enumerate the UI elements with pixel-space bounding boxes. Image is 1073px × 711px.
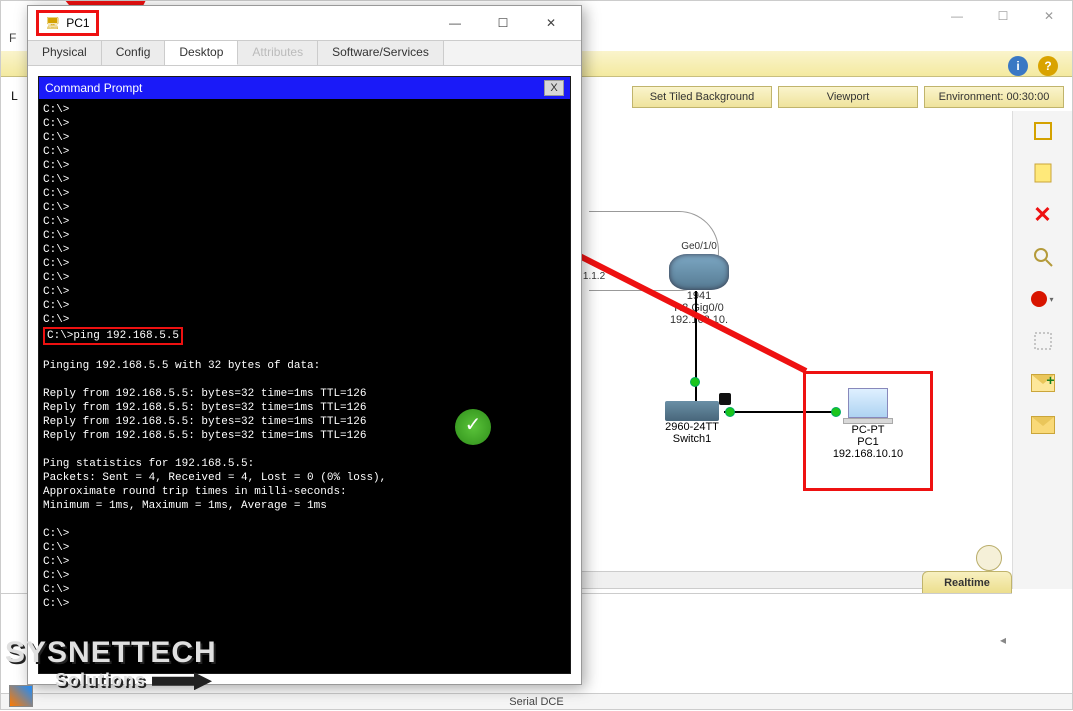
packet-tracer-main-window: — ☐ ✕ F i ? Set Tiled Background Viewpor… (0, 0, 1073, 710)
command-prompt-terminal[interactable]: C:\> C:\> C:\> C:\> C:\> C:\> C:\> C:\> … (39, 99, 570, 673)
add-simple-pdu-icon[interactable]: + (1029, 369, 1057, 397)
ping-command-highlight: C:\>ping 192.168.5.5 (43, 327, 183, 345)
add-complex-pdu-icon[interactable] (1029, 411, 1057, 439)
pc-ip-label: 192.168.10.10 (806, 448, 930, 460)
status-bar: Serial DCE (1, 693, 1072, 709)
terminal-line: C:\> (43, 187, 566, 201)
tab-physical[interactable]: Physical (28, 41, 102, 65)
terminal-line: Packets: Sent = 4, Received = 4, Lost = … (43, 471, 566, 485)
resize-tool-icon[interactable] (1029, 327, 1057, 355)
main-maximize-button[interactable]: ☐ (980, 1, 1026, 31)
switch-icon (665, 401, 719, 421)
terminal-line: C:\> (43, 597, 566, 611)
terminal-line: C:\> (43, 583, 566, 597)
select-tool-icon[interactable] (1029, 117, 1057, 145)
pc-monitor-icon (848, 388, 888, 418)
terminal-line: C:\> (43, 285, 566, 299)
terminal-line: C:\> (43, 201, 566, 215)
pc1-close-button[interactable]: ✕ (529, 9, 573, 37)
terminal-line: Ping statistics for 192.168.5.5: (43, 457, 566, 471)
command-prompt-close-button[interactable]: X (544, 80, 564, 96)
switch-name-label: Switch1 (647, 433, 737, 445)
viewport-button[interactable]: Viewport (778, 86, 918, 108)
realtime-tab[interactable]: Realtime (922, 571, 1012, 593)
main-minimize-button[interactable]: — (934, 1, 980, 31)
pc1-config-window[interactable]: 🖥 PC1 — ☐ ✕ Physical Config Desktop Attr… (27, 5, 582, 685)
toolbar-help-icons: i ? (1008, 56, 1058, 76)
terminal-line: C:\> (43, 145, 566, 159)
terminal-line: Reply from 192.168.5.5: bytes=32 time=1m… (43, 401, 566, 415)
terminal-line: C:\> (43, 527, 566, 541)
pc1-tabs: Physical Config Desktop Attributes Softw… (28, 40, 581, 66)
tab-desktop[interactable]: Desktop (165, 41, 238, 65)
terminal-line: Approximate round trip times in milli-se… (43, 485, 566, 499)
terminal-line: Reply from 192.168.5.5: bytes=32 time=1m… (43, 387, 566, 401)
terminal-line: C:\> (43, 229, 566, 243)
terminal-line: C:\> (43, 569, 566, 583)
link-dot-switch-top (690, 377, 700, 387)
tab-config[interactable]: Config (102, 41, 166, 65)
router-icon (669, 254, 729, 290)
clock-icon[interactable] (976, 545, 1002, 571)
pc1-device-highlight[interactable]: PC-PT PC1 192.168.10.10 (803, 371, 933, 491)
pc1-title-highlight: 🖥 PC1 (36, 10, 99, 36)
terminal-line: C:\> (43, 173, 566, 187)
command-prompt-app: Command Prompt X C:\> C:\> C:\> C:\> C:\… (38, 76, 571, 674)
router-interface-label: Ge0/1/0 (619, 241, 779, 252)
pc-name-label: PC1 (806, 436, 930, 448)
terminal-line: C:\> (43, 131, 566, 145)
pc1-title-label: PC1 (66, 16, 89, 30)
terminal-line: C:\> (43, 117, 566, 131)
switch-model-label: 2960-24TT (647, 421, 737, 433)
terminal-line: C:\> (43, 159, 566, 173)
main-close-button[interactable]: ✕ (1026, 1, 1072, 31)
terminal-line: C:\> (43, 257, 566, 271)
device-category-icon[interactable] (9, 685, 33, 707)
terminal-line: C:\> (43, 271, 566, 285)
terminal-line: C:\> (43, 555, 566, 569)
terminal-line: Minimum = 1ms, Maximum = 1ms, Average = … (43, 499, 566, 513)
tab-attributes[interactable]: Attributes (238, 41, 318, 65)
status-connection-label: Serial DCE (509, 696, 563, 708)
switch1[interactable]: 2960-24TT Switch1 (647, 401, 737, 445)
terminal-line: C:\> (43, 243, 566, 257)
desktop-tab-body: Command Prompt X C:\> C:\> C:\> C:\> C:\… (28, 66, 581, 684)
terminal-line: C:\> (43, 103, 566, 117)
terminal-line: C:\> (43, 215, 566, 229)
left-rail: L (1, 83, 29, 589)
command-prompt-titlebar[interactable]: Command Prompt X (39, 77, 570, 99)
router-name-label: R2 Gig0/0 (619, 302, 779, 314)
info-icon[interactable]: i (1008, 56, 1028, 76)
main-titlebar: — ☐ ✕ (592, 1, 1072, 31)
pc-window-icon: 🖥 (45, 16, 60, 30)
terminal-line: C:\> (43, 313, 566, 327)
pc1-titlebar[interactable]: 🖥 PC1 — ☐ ✕ (28, 6, 581, 40)
tab-software-services[interactable]: Software/Services (318, 41, 444, 65)
help-icon[interactable]: ? (1038, 56, 1058, 76)
success-check-icon: ✓ (455, 409, 491, 445)
note-tool-icon[interactable] (1029, 159, 1057, 187)
inspect-tool-icon[interactable] (1029, 243, 1057, 271)
pc1-maximize-button[interactable]: ☐ (481, 9, 525, 37)
pc1-minimize-button[interactable]: — (433, 9, 477, 37)
terminal-line: Pinging 192.168.5.5 with 32 bytes of dat… (43, 359, 566, 373)
right-tool-palette: ✕ ▾ + (1012, 111, 1072, 589)
environment-button[interactable]: Environment: 00:30:00 (924, 86, 1064, 108)
terminal-line: C:\> (43, 299, 566, 313)
pc-type-label: PC-PT (806, 424, 930, 436)
delete-tool-icon[interactable]: ✕ (1029, 201, 1057, 229)
record-tool-icon[interactable]: ▾ (1029, 285, 1057, 313)
command-prompt-title-label: Command Prompt (45, 81, 142, 95)
logical-view-label: L (11, 89, 18, 103)
set-tiled-background-button[interactable]: Set Tiled Background (632, 86, 772, 108)
router-lan-ip-label: 192.168.10. (619, 314, 779, 326)
menubar-hint: F (9, 31, 16, 51)
terminal-line: C:\> (43, 541, 566, 555)
router-r2[interactable]: Ge0/1/0 10.1.1.2 1941 R2 Gig0/0 192.168.… (619, 241, 779, 326)
panel-scroll-left-icon[interactable]: ◂ (1000, 633, 1006, 647)
router-model-label: 1941 (619, 290, 779, 302)
